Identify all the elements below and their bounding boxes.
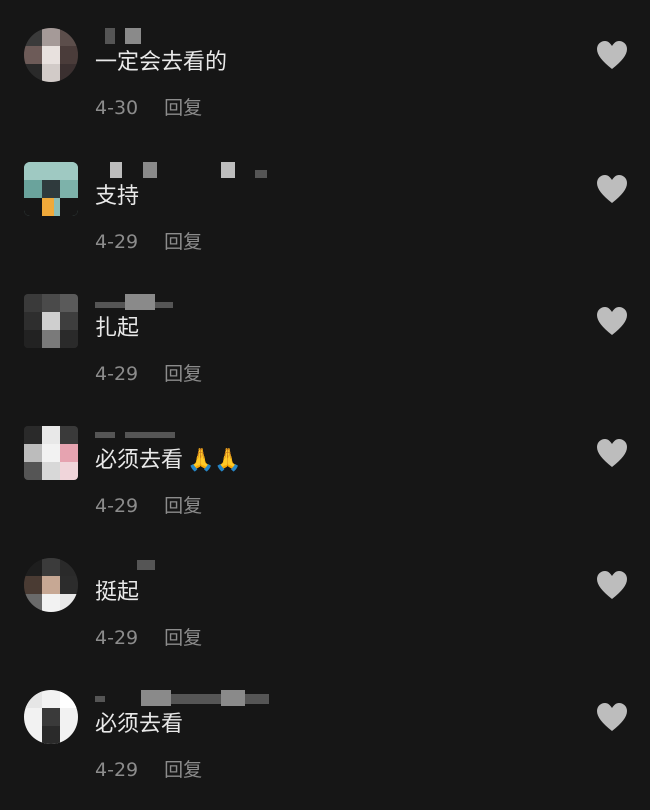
- comment-item: 必须去看 🙏🙏 4-29 回复: [0, 426, 650, 546]
- reply-button[interactable]: 回复: [164, 231, 202, 253]
- comment-item: 支持 4-29 回复: [0, 162, 650, 282]
- comment-date: 4-29: [95, 759, 139, 781]
- heart-icon[interactable]: [596, 40, 628, 70]
- comment-text: 支持: [95, 184, 140, 209]
- username-redacted[interactable]: [95, 690, 295, 708]
- username-redacted[interactable]: [95, 558, 295, 576]
- username-redacted[interactable]: [95, 294, 295, 312]
- reply-button[interactable]: 回复: [164, 627, 202, 649]
- comment-date: 4-29: [95, 495, 139, 517]
- heart-icon[interactable]: [596, 702, 628, 732]
- comment-text: 必须去看: [95, 712, 184, 737]
- comment-meta: 4-29 回复: [95, 230, 202, 254]
- avatar[interactable]: [24, 162, 78, 216]
- comment-date: 4-29: [95, 627, 139, 649]
- username-redacted[interactable]: [95, 426, 295, 444]
- comment-date: 4-29: [95, 231, 139, 253]
- heart-icon[interactable]: [596, 306, 628, 336]
- reply-button[interactable]: 回复: [164, 363, 202, 385]
- comment-meta: 4-29 回复: [95, 626, 202, 650]
- avatar[interactable]: [24, 28, 78, 82]
- reply-button[interactable]: 回复: [164, 97, 202, 119]
- folded-hands-emoji: 🙏🙏: [187, 448, 242, 473]
- comment-item: 一定会去看的 4-30 回复: [0, 28, 650, 148]
- comment-text: 扎起: [95, 316, 140, 341]
- avatar[interactable]: [24, 426, 78, 480]
- avatar[interactable]: [24, 558, 78, 612]
- comment-text: 一定会去看的: [95, 50, 228, 75]
- comment-item: 必须去看 4-29 回复: [0, 690, 650, 810]
- heart-icon[interactable]: [596, 438, 628, 468]
- reply-button[interactable]: 回复: [164, 759, 202, 781]
- comment-meta: 4-30 回复: [95, 96, 202, 120]
- avatar[interactable]: [24, 294, 78, 348]
- heart-icon[interactable]: [596, 570, 628, 600]
- reply-button[interactable]: 回复: [164, 495, 202, 517]
- comment-item: 扎起 4-29 回复: [0, 294, 650, 414]
- comment-meta: 4-29 回复: [95, 494, 202, 518]
- heart-icon[interactable]: [596, 174, 628, 204]
- comment-date: 4-30: [95, 97, 139, 119]
- username-redacted[interactable]: [95, 162, 295, 180]
- comment-meta: 4-29 回复: [95, 362, 202, 386]
- comment-item: 挺起 4-29 回复: [0, 558, 650, 678]
- username-redacted[interactable]: [95, 28, 295, 46]
- comment-date: 4-29: [95, 363, 139, 385]
- comment-text: 挺起: [95, 580, 140, 605]
- avatar[interactable]: [24, 690, 78, 744]
- comment-meta: 4-29 回复: [95, 758, 202, 782]
- comment-text: 必须去看 🙏🙏: [95, 448, 242, 473]
